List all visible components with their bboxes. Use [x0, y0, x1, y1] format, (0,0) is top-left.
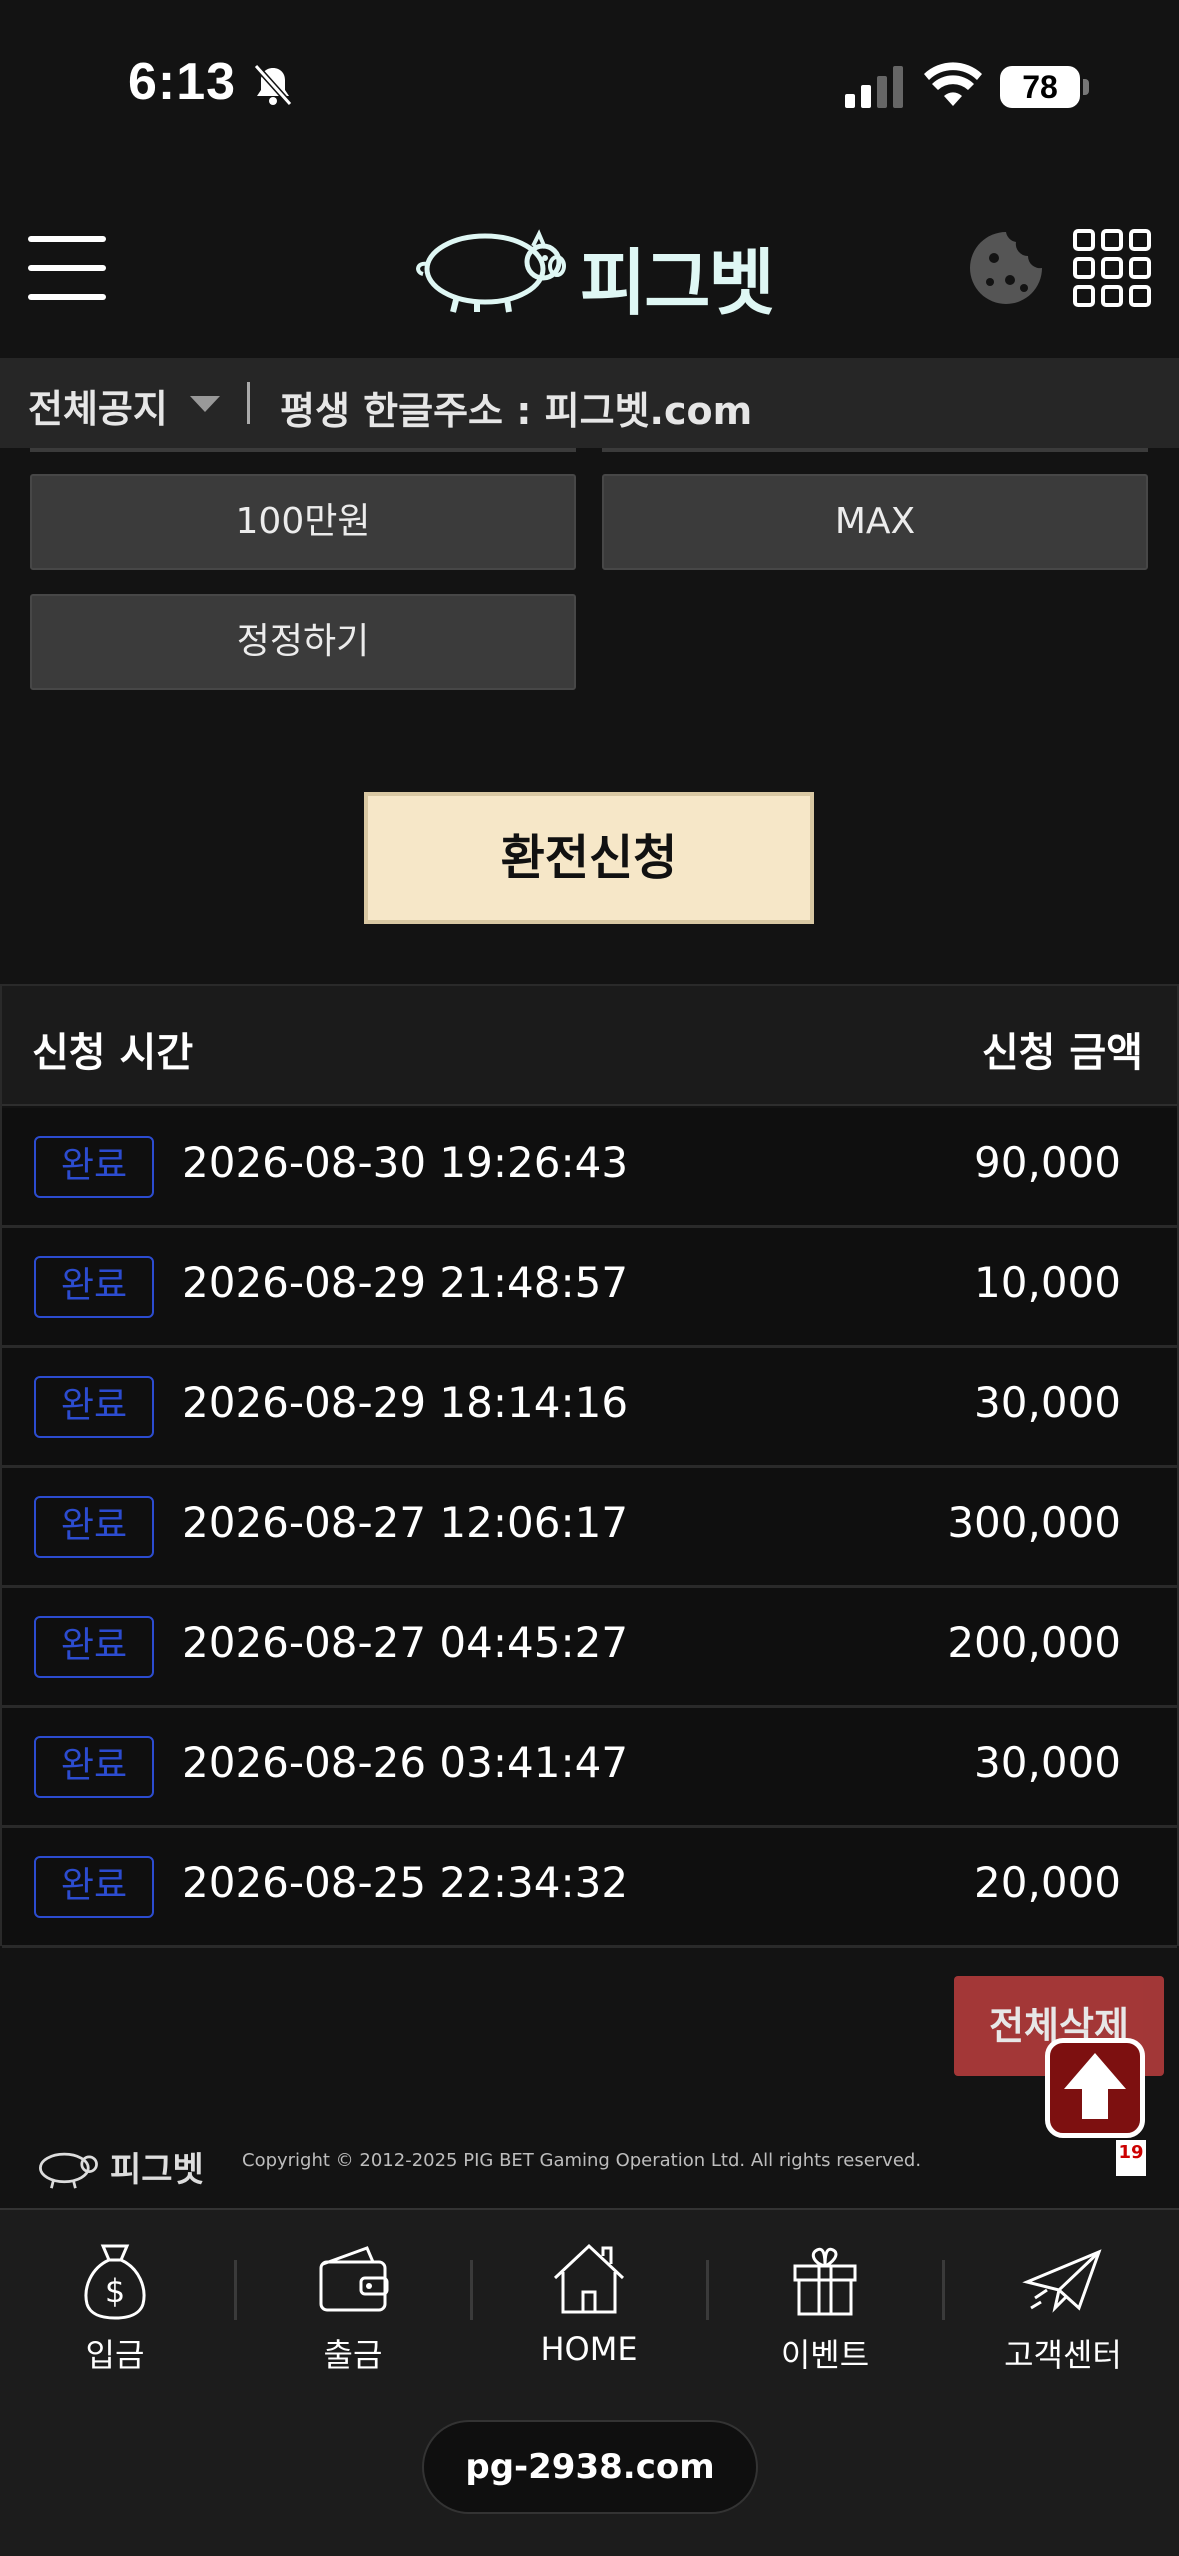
table-row: 완료 2026-08-25 22:34:32 20,000 — [2, 1828, 1177, 1948]
site-url-pill[interactable]: pg-2938.com — [422, 2420, 758, 2514]
scroll-top-button[interactable] — [1045, 2038, 1145, 2138]
notice-text: 평생 한글주소 : 피그벳.com — [280, 389, 753, 433]
button-edge — [602, 448, 1148, 452]
request-time: 2026-08-25 22:34:32 — [182, 1858, 629, 1907]
status-badge: 완료 — [34, 1496, 154, 1558]
nav-label: 출금 — [323, 2336, 383, 2374]
site-footer: 피그벳 Copyright © 2012-2025 PIG BET Gaming… — [0, 2130, 1179, 2200]
nav-withdraw[interactable]: 출금 — [258, 2238, 448, 2378]
request-amount: 30,000 — [974, 1378, 1121, 1427]
table-row: 완료 2026-08-26 03:41:47 30,000 — [2, 1708, 1177, 1828]
brand-name: 피그벳 — [580, 241, 775, 325]
nav-divider — [470, 2260, 473, 2320]
request-history-table: 신청 시간 신청 금액 완료 2026-08-30 19:26:43 90,00… — [0, 984, 1179, 1948]
amount-max-button[interactable]: MAX — [602, 474, 1148, 570]
request-amount: 200,000 — [947, 1618, 1121, 1667]
table-row: 완료 2026-08-30 19:26:43 90,000 — [2, 1108, 1177, 1228]
signal-icon — [845, 66, 903, 108]
table-row: 완료 2026-08-27 12:06:17 300,000 — [2, 1468, 1177, 1588]
nav-divider — [234, 2260, 237, 2320]
button-edge — [30, 448, 576, 452]
pig-logo-icon — [416, 229, 566, 313]
nav-label: 이벤트 — [780, 2336, 870, 2374]
status-badge: 완료 — [34, 1736, 154, 1798]
bell-off-icon — [253, 63, 293, 107]
status-badge: 완료 — [34, 1256, 154, 1318]
amount-1m-button[interactable]: 100만원 — [30, 474, 576, 570]
nav-deposit[interactable]: $ 입금 — [20, 2238, 210, 2378]
request-time: 2026-08-29 18:14:16 — [182, 1378, 629, 1427]
table-row: 완료 2026-08-27 04:45:27 200,000 — [2, 1588, 1177, 1708]
header-request-time: 신청 시간 — [32, 1030, 194, 1076]
nav-home[interactable]: HOME — [494, 2238, 684, 2378]
request-time: 2026-08-29 21:48:57 — [182, 1258, 629, 1307]
status-badge: 완료 — [34, 1136, 154, 1198]
header-request-amount: 신청 금액 — [981, 1030, 1143, 1076]
paper-plane-icon — [1022, 2249, 1102, 2313]
app-header: 피그벳 — [0, 170, 1179, 358]
home-icon — [553, 2243, 625, 2314]
menu-icon[interactable] — [28, 232, 106, 304]
request-amount: 90,000 — [974, 1138, 1121, 1187]
request-amount: 10,000 — [974, 1258, 1121, 1307]
nav-label: 입금 — [85, 2336, 145, 2374]
nav-divider — [942, 2260, 945, 2320]
nav-label: HOME — [540, 2330, 638, 2368]
copyright-text: Copyright © 2012-2025 PIG BET Gaming Ope… — [242, 2150, 922, 2171]
status-badge: 완료 — [34, 1856, 154, 1918]
notice-label[interactable]: 전체공지 — [28, 378, 168, 433]
notice-bar[interactable]: 전체공지 평생 한글주소 : 피그벳.com — [0, 358, 1179, 448]
battery-indicator: 78 — [1000, 66, 1080, 108]
nav-divider — [706, 2260, 709, 2320]
status-badge: 완료 — [34, 1616, 154, 1678]
request-time: 2026-08-26 03:41:47 — [182, 1738, 629, 1787]
status-bar: 6:13 78 — [0, 0, 1179, 170]
status-time: 6:13 — [128, 53, 237, 111]
grid-menu-icon[interactable] — [1072, 228, 1152, 308]
pig-logo-icon — [39, 2152, 98, 2189]
status-badge: 완료 — [34, 1376, 154, 1438]
arrow-up-icon — [1064, 2053, 1126, 2119]
wifi-icon — [924, 62, 982, 106]
request-amount: 30,000 — [974, 1738, 1121, 1787]
nav-support[interactable]: 고객센터 — [968, 2238, 1158, 2378]
cookie-icon[interactable] — [966, 228, 1046, 308]
table-header: 신청 시간 신청 금액 — [2, 986, 1177, 1106]
request-time: 2026-08-30 19:26:43 — [182, 1138, 629, 1187]
footer-brand: 피그벳 — [110, 2150, 204, 2190]
age-restriction-badge: 19 — [1116, 2140, 1146, 2176]
brand-logo[interactable]: 피그벳 — [405, 214, 785, 325]
table-row: 완료 2026-08-29 21:48:57 10,000 — [2, 1228, 1177, 1348]
request-amount: 20,000 — [974, 1858, 1121, 1907]
footer-logo: 피그벳 — [30, 2138, 210, 2190]
wallet-icon — [319, 2246, 389, 2312]
request-time: 2026-08-27 12:06:17 — [182, 1498, 629, 1547]
table-row: 완료 2026-08-29 18:14:16 30,000 — [2, 1348, 1177, 1468]
notice-divider — [247, 382, 250, 424]
exchange-request-button[interactable]: 환전신청 — [364, 792, 814, 924]
battery-cap — [1083, 79, 1089, 95]
money-bag-icon: $ — [84, 2244, 146, 2320]
svg-text:$: $ — [105, 2272, 125, 2310]
request-amount: 300,000 — [947, 1498, 1121, 1547]
nav-events[interactable]: 이벤트 — [730, 2238, 920, 2378]
gift-icon — [793, 2247, 857, 2316]
request-time: 2026-08-27 04:45:27 — [182, 1618, 629, 1667]
reset-amount-button[interactable]: 정정하기 — [30, 594, 576, 690]
nav-label: 고객센터 — [1004, 2336, 1122, 2374]
chevron-down-icon[interactable] — [190, 396, 220, 412]
